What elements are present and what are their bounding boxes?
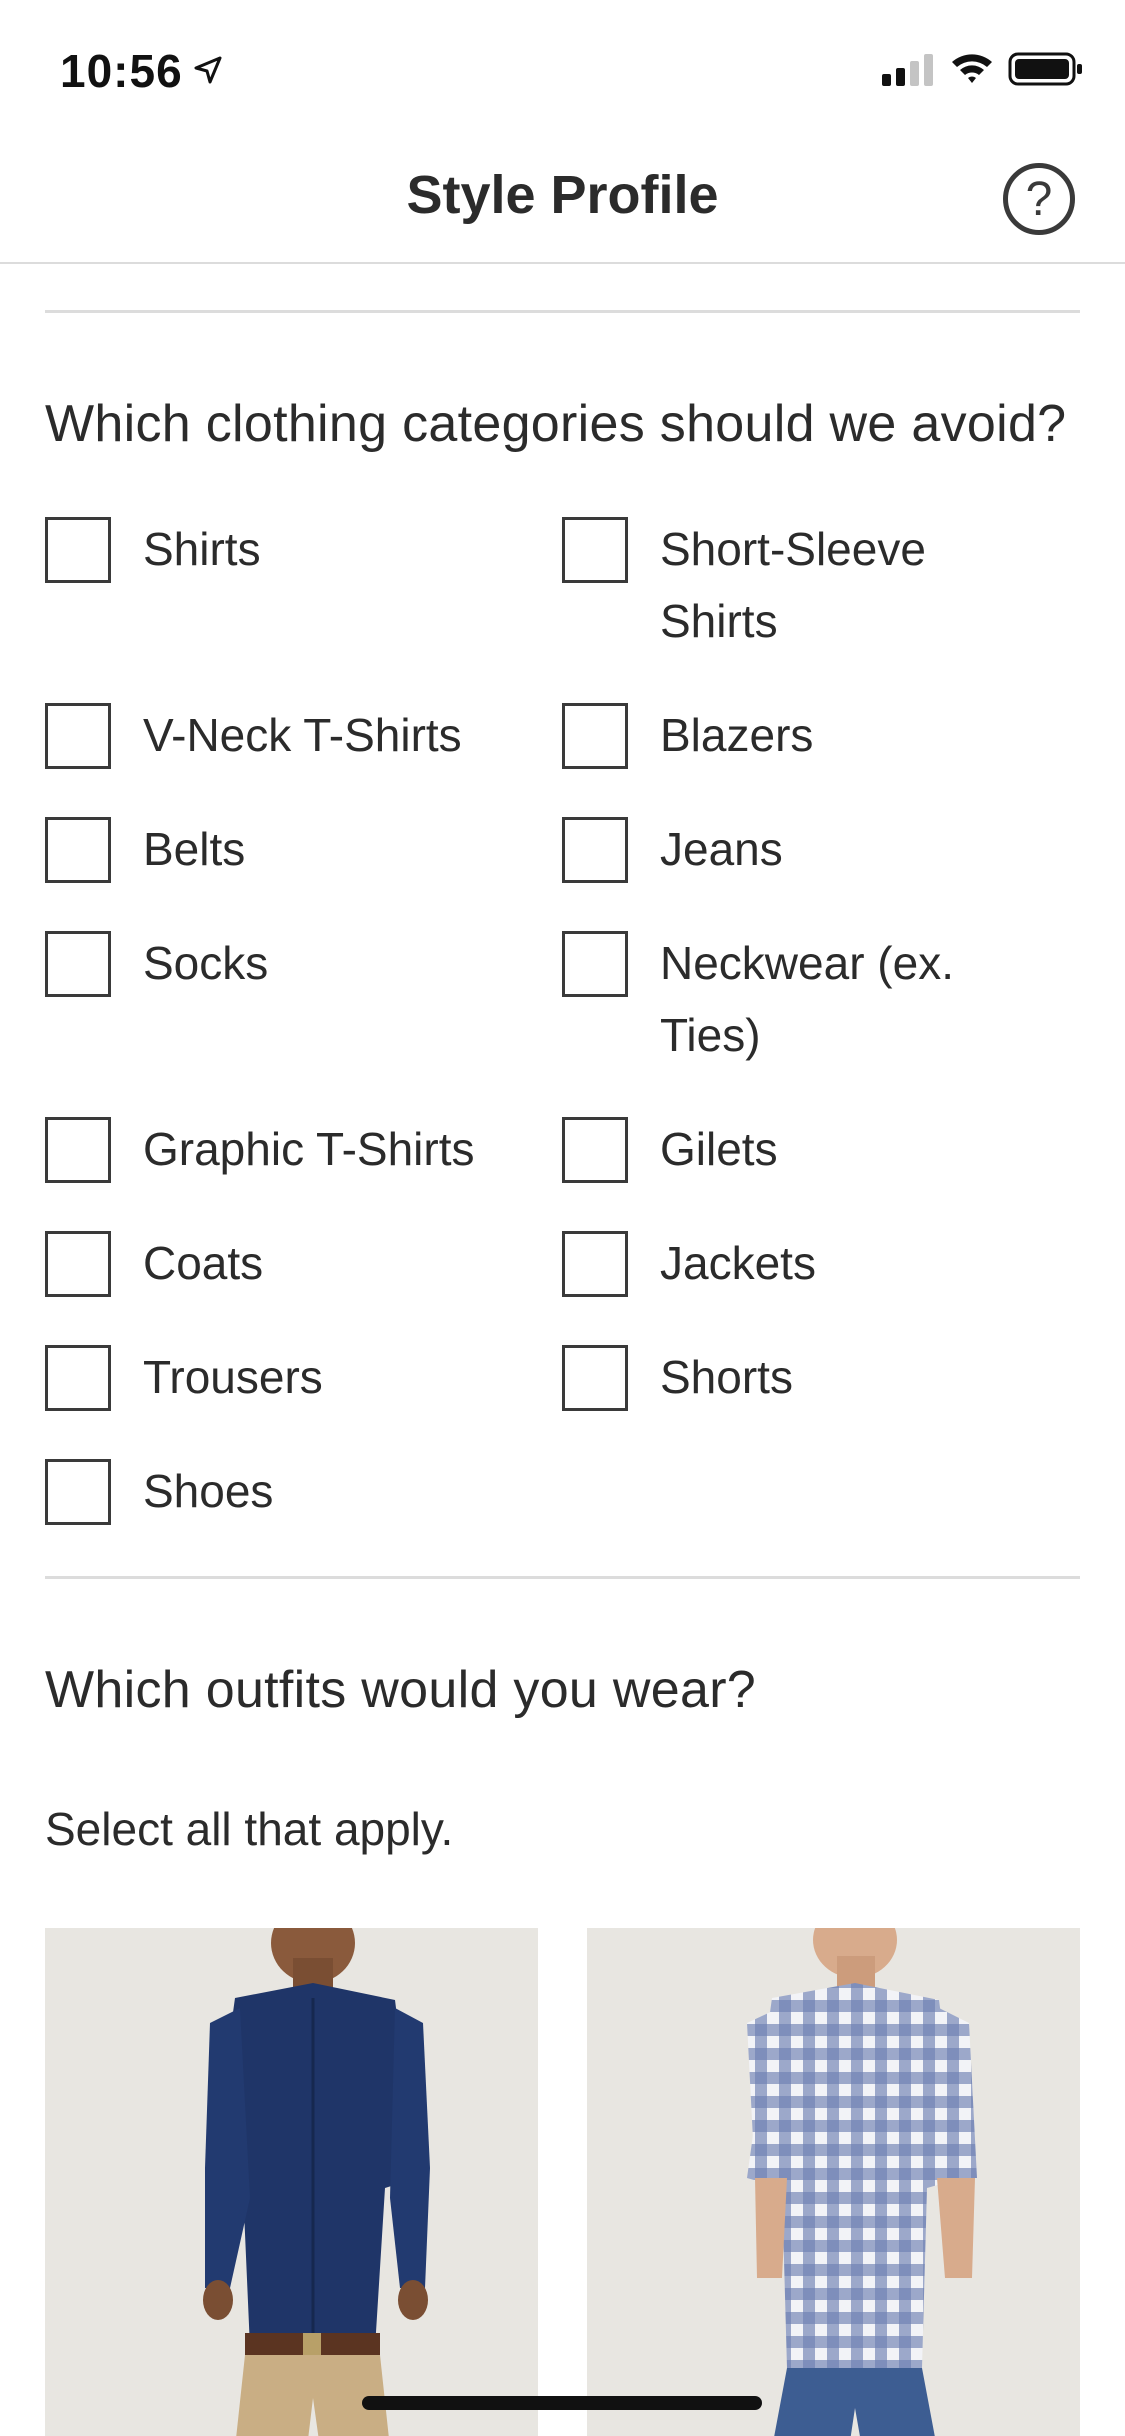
checkbox-jeans[interactable]: Jeans (562, 817, 1060, 885)
battery-icon (1008, 52, 1082, 86)
checkbox-label: Shoes (143, 1465, 274, 1517)
style-profile-screen: 10:56 Style Profile ? Which clothing cat… (0, 0, 1125, 2436)
checkbox-label: V-Neck T-Shirts (143, 709, 462, 761)
checkbox-label: Short-Sleeve Shirts (660, 523, 926, 647)
checkbox-label: Gilets (660, 1123, 778, 1175)
checkbox-belts[interactable]: Belts (45, 817, 523, 885)
outfit-image (587, 1928, 1080, 2436)
checkbox-label: Belts (143, 823, 246, 875)
checkbox-jackets[interactable]: Jackets (562, 1231, 1060, 1299)
page-title: Style Profile (406, 165, 719, 225)
outfit-card-navy-shirt-khakis[interactable] (45, 1928, 538, 2436)
cellular-signal-icon (882, 54, 933, 86)
checkbox-box[interactable] (562, 703, 628, 769)
wifi-icon (952, 54, 992, 83)
checkbox-neckwear[interactable]: Neckwear (ex. Ties) (562, 931, 990, 1071)
checkbox-coats[interactable]: Coats (45, 1231, 523, 1299)
checkbox-label: Jackets (660, 1237, 816, 1289)
checkbox-label: Shirts (143, 523, 261, 575)
checkbox-box[interactable] (562, 1117, 628, 1183)
checkbox-box[interactable] (562, 931, 628, 997)
checkbox-label: Socks (143, 937, 269, 989)
checkbox-label: Trousers (143, 1351, 323, 1403)
categories-question: Which clothing categories should we avoi… (45, 395, 1067, 453)
checkbox-box[interactable] (562, 1345, 628, 1411)
outfit-image (45, 1928, 538, 2436)
status-time: 10:56 (60, 45, 183, 97)
checkbox-label: Coats (143, 1237, 264, 1289)
home-indicator[interactable] (362, 2396, 762, 2410)
checkbox-label: Neckwear (ex. Ties) (660, 937, 954, 1061)
checkbox-label: Jeans (660, 823, 783, 875)
checkbox-trousers[interactable]: Trousers (45, 1345, 523, 1413)
checkbox-graphic-t-shirts[interactable]: Graphic T-Shirts (45, 1117, 523, 1185)
checkbox-box[interactable] (45, 517, 111, 583)
checkbox-box[interactable] (45, 817, 111, 883)
checkbox-box[interactable] (562, 817, 628, 883)
checkbox-v-neck-t-shirts[interactable]: V-Neck T-Shirts (45, 703, 523, 771)
checkbox-socks[interactable]: Socks (45, 931, 523, 999)
checkbox-box[interactable] (45, 1117, 111, 1183)
checkbox-shirts[interactable]: Shirts (45, 517, 523, 585)
checkbox-label: Graphic T-Shirts (143, 1123, 475, 1175)
checkbox-box[interactable] (45, 1231, 111, 1297)
status-bar: 10:56 (0, 0, 1125, 132)
checkbox-box[interactable] (45, 703, 111, 769)
help-button[interactable]: ? (1003, 163, 1075, 235)
checkbox-label: Shorts (660, 1351, 793, 1403)
checkbox-gilets[interactable]: Gilets (562, 1117, 1060, 1185)
navigation-bar: Style Profile ? (0, 132, 1125, 264)
select-all-helper: Select all that apply. (45, 1803, 454, 1855)
section-divider (45, 1576, 1080, 1579)
section-divider (45, 310, 1080, 313)
checkbox-box[interactable] (45, 1345, 111, 1411)
checkbox-box[interactable] (45, 1459, 111, 1525)
checkbox-box[interactable] (562, 517, 628, 583)
checkbox-label: Blazers (660, 709, 814, 761)
help-icon: ? (1025, 172, 1053, 226)
outfit-card-gingham-shirt-jeans[interactable] (587, 1928, 1080, 2436)
checkbox-box[interactable] (45, 931, 111, 997)
checkbox-blazers[interactable]: Blazers (562, 703, 1060, 771)
checkbox-short-sleeve-shirts[interactable]: Short-Sleeve Shirts (562, 517, 960, 657)
checkbox-shoes[interactable]: Shoes (45, 1459, 523, 1527)
checkbox-box[interactable] (562, 1231, 628, 1297)
location-arrow-icon (194, 56, 222, 84)
checkbox-shorts[interactable]: Shorts (562, 1345, 1060, 1413)
outfits-question: Which outfits would you wear? (45, 1661, 757, 1719)
